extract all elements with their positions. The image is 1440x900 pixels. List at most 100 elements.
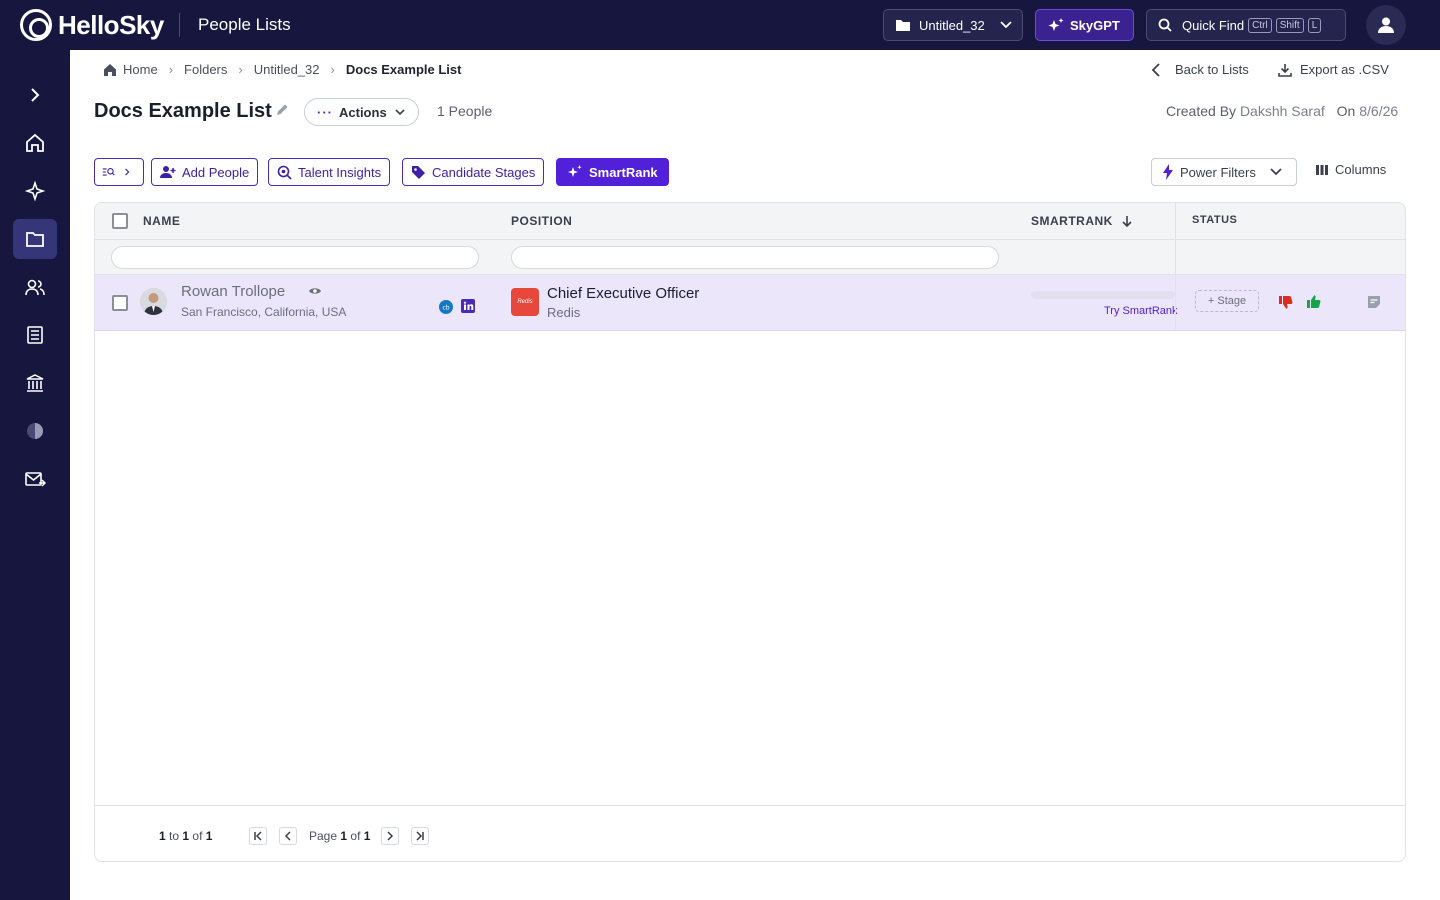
add-stage-button[interactable]: + Stage xyxy=(1195,290,1259,312)
column-header-smartrank[interactable]: SMARTRANK xyxy=(1031,214,1132,228)
breadcrumb-separator: › xyxy=(168,62,174,77)
insights-search-icon xyxy=(277,165,292,180)
edit-title-button[interactable] xyxy=(275,103,289,120)
candidate-stages-button[interactable]: Candidate Stages xyxy=(402,158,545,186)
position-title: Chief Executive Officer xyxy=(547,285,700,302)
actions-button[interactable]: ··· Actions xyxy=(304,98,419,126)
smartrank-button[interactable]: SmartRank xyxy=(556,158,669,186)
select-all-checkbox[interactable] xyxy=(112,213,128,229)
row-to-word: to xyxy=(169,829,180,843)
note-icon[interactable] xyxy=(1367,295,1381,308)
shortcut-key: L xyxy=(1307,17,1322,33)
sidebar-item-ai[interactable] xyxy=(13,171,57,211)
breadcrumb-folders[interactable]: Folders xyxy=(184,62,227,77)
person-name[interactable]: Rowan Trollope xyxy=(181,283,285,300)
hellosky-logo[interactable]: HelloSky xyxy=(20,9,164,41)
breadcrumb: Home › Folders › Untitled_32 › Docs Exam… xyxy=(103,62,461,77)
created-by-name: Dakshh Saraf xyxy=(1239,103,1325,119)
row-checkbox[interactable] xyxy=(112,295,128,311)
breadcrumb-separator: › xyxy=(330,62,335,77)
position-filter-input[interactable] xyxy=(511,246,999,269)
columns-icon xyxy=(1316,164,1328,175)
breadcrumb-folder[interactable]: Untitled_32 xyxy=(254,62,320,77)
row-to: 1 xyxy=(182,829,190,843)
sidebar-item-lists[interactable] xyxy=(13,219,57,259)
table-row[interactable]: Rowan Trollope San Francisco, California… xyxy=(95,275,1405,331)
column-header-name[interactable]: NAME xyxy=(143,214,180,228)
sidebar-item-home[interactable] xyxy=(13,123,57,163)
talent-insights-label: Talent Insights xyxy=(298,164,382,180)
try-smartrank-link[interactable]: Try SmartRank xyxy=(1104,305,1178,317)
first-page-button[interactable] xyxy=(249,827,267,845)
logo-text: HelloSky xyxy=(58,9,164,40)
svg-text:cb: cb xyxy=(442,305,449,312)
last-page-icon xyxy=(416,831,424,841)
sidebar-item-companies[interactable] xyxy=(13,315,57,355)
row-from: 1 xyxy=(159,829,166,843)
column-divider xyxy=(1175,203,1176,330)
row-range: 1 to 1 of 1 xyxy=(159,829,212,843)
shortcut-key: Ctrl xyxy=(1248,17,1272,33)
export-csv-link[interactable]: Export as .CSV xyxy=(1278,62,1389,77)
sparkle-icon xyxy=(25,181,45,201)
page-indicator: Page 1 of 1 xyxy=(309,829,370,843)
candidate-stages-label: Candidate Stages xyxy=(432,164,536,180)
search-toggle-button[interactable] xyxy=(94,158,144,186)
talent-insights-button[interactable]: Talent Insights xyxy=(268,158,391,186)
position-company[interactable]: Redis xyxy=(547,305,580,320)
top-bar: HelloSky People Lists Untitled_32 SkyGPT… xyxy=(0,0,1440,50)
page-of-word: of xyxy=(350,829,361,843)
user-avatar-button[interactable] xyxy=(1366,5,1406,45)
sparkle-icon xyxy=(1048,18,1064,31)
pagination: 1 to 1 of 1 Page 1 of 1 xyxy=(95,805,1405,861)
last-page-button[interactable] xyxy=(411,827,429,845)
power-filters-button[interactable]: Power Filters xyxy=(1151,158,1297,186)
sparkle-icon xyxy=(568,165,582,177)
divider xyxy=(179,13,180,37)
folder-icon xyxy=(26,232,44,247)
chevron-right-icon xyxy=(31,88,40,102)
name-filter-input[interactable] xyxy=(111,246,479,269)
folder-select[interactable]: Untitled_32 xyxy=(883,9,1023,41)
sidebar-item-outreach[interactable] xyxy=(13,459,57,499)
created-on-label: On xyxy=(1336,103,1356,119)
sidebar-item-analytics[interactable] xyxy=(13,411,57,451)
sidebar-item-people[interactable] xyxy=(13,267,57,307)
add-people-button[interactable]: Add People xyxy=(151,158,259,186)
smartrank-bar xyxy=(1031,291,1175,299)
back-to-lists-link[interactable]: Back to Lists xyxy=(1151,62,1249,77)
prev-page-button[interactable] xyxy=(279,827,297,845)
pencil-icon xyxy=(277,104,288,115)
thumbs-down-icon[interactable] xyxy=(1278,294,1294,310)
lightning-icon xyxy=(1163,164,1173,180)
sidebar-expand[interactable] xyxy=(13,75,57,115)
bank-icon xyxy=(26,374,44,392)
current-page: 1 xyxy=(340,829,348,843)
page-word: Page xyxy=(309,829,338,843)
filter-row xyxy=(95,240,1405,275)
column-header-status[interactable]: STATUS xyxy=(1192,214,1237,226)
thumbs-up-icon[interactable] xyxy=(1306,294,1322,310)
chevron-left-icon xyxy=(284,831,291,841)
skygpt-label: SkyGPT xyxy=(1070,17,1120,33)
breadcrumb-home[interactable]: Home xyxy=(123,62,158,77)
tag-icon xyxy=(412,165,425,179)
sidebar-item-institutions[interactable] xyxy=(13,363,57,403)
smartrank-label: SmartRank xyxy=(589,164,658,180)
crunchbase-icon[interactable]: cb xyxy=(439,300,453,314)
home-icon xyxy=(26,133,44,152)
columns-button[interactable]: Columns xyxy=(1315,162,1386,177)
avatar[interactable] xyxy=(140,288,167,315)
column-header-position[interactable]: POSITION xyxy=(511,214,572,228)
eye-icon[interactable] xyxy=(308,286,322,296)
list-search-icon xyxy=(102,168,115,176)
skygpt-button[interactable]: SkyGPT xyxy=(1035,9,1134,41)
linkedin-icon[interactable] xyxy=(461,299,475,313)
search-icon xyxy=(1158,18,1172,32)
quick-find-button[interactable]: Quick Find Ctrl Shift L xyxy=(1146,9,1346,41)
breadcrumb-separator: › xyxy=(238,62,243,77)
next-page-button[interactable] xyxy=(381,827,399,845)
chevron-down-icon xyxy=(1000,21,1012,29)
back-to-lists-label: Back to Lists xyxy=(1175,62,1249,77)
company-logo[interactable]: Redis xyxy=(511,288,539,316)
